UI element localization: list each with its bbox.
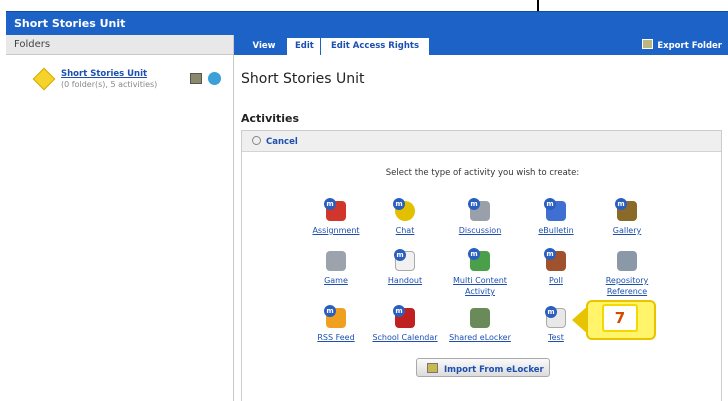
game-icon [326,251,346,271]
activity-discussion[interactable]: m Discussion [445,198,515,236]
chat-icon: m [393,198,415,221]
activity-label: Chat [395,226,415,235]
tab-view[interactable]: View [242,38,286,55]
activity-ebulletin[interactable]: m eBulletin [521,198,591,236]
activity-game[interactable]: Game [301,251,371,286]
folders-header: Folders [6,35,233,55]
ebulletin-icon: m [544,198,566,221]
tab-edit[interactable]: Edit [287,38,320,55]
activity-school-calendar[interactable]: m School Calendar [370,305,440,343]
activity-label: Assignment [312,226,360,235]
assignment-icon: m [324,198,346,221]
activity-label: Gallery [612,226,642,235]
activity-label: Shared eLocker [449,333,511,342]
activity-handout[interactable]: m Handout [370,249,440,286]
elocker-icon [470,308,490,328]
activity-poll[interactable]: m Poll [521,248,591,286]
folder-diamond-icon [32,67,56,91]
activity-label: Discussion [458,226,502,235]
import-icon [427,363,438,373]
activity-label-line2: Activity [465,287,495,296]
tab-edit-access-rights[interactable]: Edit Access Rights [321,38,429,55]
export-icon [642,39,654,49]
handout-icon: m [394,249,415,271]
folder-item[interactable]: Short Stories Unit (0 folder(s), 5 activ… [32,67,232,97]
activity-gallery[interactable]: m Gallery [592,198,662,236]
test-icon: m [545,306,566,328]
export-folder-label: Export Folder [657,41,722,51]
folders-panel: Folders Short Stories Unit (0 folder(s),… [6,35,234,401]
title-bar: Short Stories Unit [6,11,728,35]
activity-shared-elocker[interactable]: Shared eLocker [445,308,515,343]
import-label: Import From eLocker [444,365,544,375]
activity-prompt: Select the type of activity you wish to … [385,168,580,178]
folder-link[interactable]: Short Stories Unit [61,69,147,79]
callout-number: 7 [602,304,638,332]
activity-label: Multi Content [453,276,507,285]
activity-label: Game [324,276,348,285]
activity-multi-content[interactable]: m Multi Content Activity [445,248,515,297]
repository-icon [617,251,637,271]
multi-content-icon: m [468,248,490,271]
step-callout: 7 [572,290,656,350]
activity-label: Repository [605,276,649,285]
cancel-icon [252,136,261,145]
activities-box-header: Cancel [242,131,721,152]
calendar-icon: m [393,305,415,328]
cancel-label: Cancel [266,137,298,147]
tab-bar: View Edit Edit Access Rights Export Fold… [234,35,728,55]
activity-label: Poll [549,276,563,285]
activity-label: RSS Feed [317,333,355,342]
folder-edit-icon[interactable] [190,73,202,84]
rss-feed-icon: m [324,305,346,328]
section-title: Activities [241,112,300,125]
export-folder-button[interactable]: Export Folder [642,39,722,51]
activity-label: School Calendar [372,333,438,342]
activity-label: Handout [387,276,423,285]
activity-label: eBulletin [538,226,574,235]
cancel-button[interactable]: Cancel [252,136,298,147]
page-title: Short Stories Unit [241,71,365,87]
poll-icon: m [544,248,566,271]
folder-share-icon[interactable] [208,72,221,85]
activity-rss-feed[interactable]: m RSS Feed [301,305,371,343]
discussion-icon: m [468,198,490,221]
import-from-elocker-button[interactable]: Import From eLocker [416,358,550,377]
activity-chat[interactable]: m Chat [370,198,440,236]
app-title: Short Stories Unit [14,17,126,30]
activity-assignment[interactable]: m Assignment [301,198,371,236]
folder-detail: (0 folder(s), 5 activities) [61,80,158,89]
activities-box: Cancel Select the type of activity you w… [241,130,722,401]
gallery-icon: m [615,198,637,221]
